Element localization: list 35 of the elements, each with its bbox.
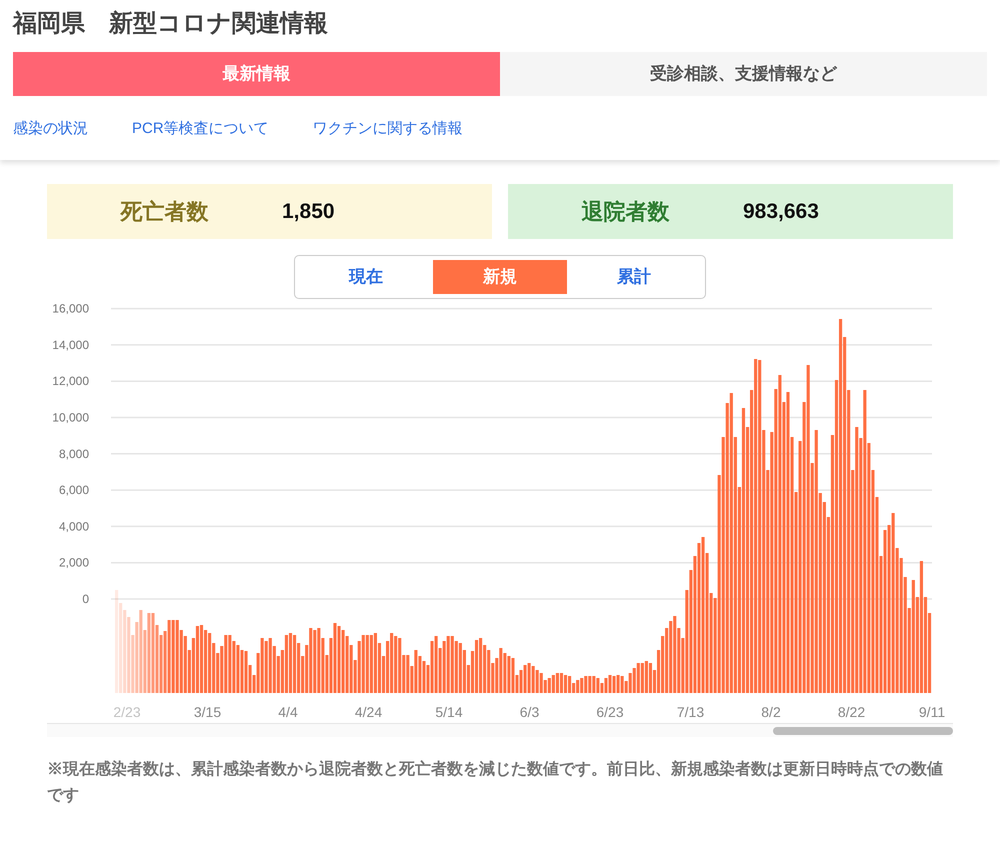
segment-tab[interactable]: 累計 <box>567 260 701 294</box>
x-axis-label: 4/24 <box>354 704 382 720</box>
stat-value: 1,850 <box>282 198 335 225</box>
stat-label: 死亡者数 <box>119 198 210 226</box>
x-axis-label: 6/3 <box>520 704 540 720</box>
footnote: ※現在感染者数は、累計感染者数から退院者数と死亡者数を減じた数値です。前日比、新規感染者数は更新日時時点での数値です <box>47 759 944 806</box>
x-axis-label: 7/13 <box>676 704 704 720</box>
y-axis-label: 16,000 <box>52 302 89 316</box>
x-axis-label: 5/14 <box>435 704 463 720</box>
y-axis-label: 10,000 <box>52 410 89 424</box>
page-title: 福岡県 新型コロナ関連情報 <box>11 9 329 39</box>
x-axis-label: 2/23 <box>113 704 141 720</box>
nav-link[interactable]: PCR等検査について <box>132 118 269 148</box>
scrollbar-thumb[interactable] <box>773 726 953 734</box>
x-axis-label: 3/15 <box>194 704 222 720</box>
x-axis-label: 4/4 <box>278 704 298 720</box>
nav-link[interactable]: 感染の状況 <box>13 118 88 148</box>
x-axis-label: 8/2 <box>761 704 781 720</box>
stat-label: 退院者数 <box>580 198 670 226</box>
y-axis-label: 0 <box>82 592 89 606</box>
y-axis-label: 2,000 <box>58 556 89 570</box>
segment-tab[interactable]: 新規 <box>433 260 567 294</box>
x-axis-label: 8/22 <box>838 704 866 720</box>
x-axis-label: 9/11 <box>918 704 946 720</box>
tab[interactable]: 受診相談、支援情報など <box>500 52 987 96</box>
y-axis-label: 6,000 <box>58 483 89 498</box>
stat-value: 983,663 <box>743 198 819 225</box>
y-axis-label: 12,000 <box>52 374 89 388</box>
y-axis-label: 4,000 <box>58 519 89 534</box>
y-axis-label: 8,000 <box>58 446 89 461</box>
x-axis-label: 6/23 <box>596 704 624 720</box>
tab[interactable]: 最新情報 <box>13 52 500 96</box>
nav-link[interactable]: ワクチンに関する情報 <box>312 118 463 148</box>
segment-tab[interactable]: 現在 <box>299 260 433 294</box>
y-axis-label: 14,000 <box>52 338 89 352</box>
